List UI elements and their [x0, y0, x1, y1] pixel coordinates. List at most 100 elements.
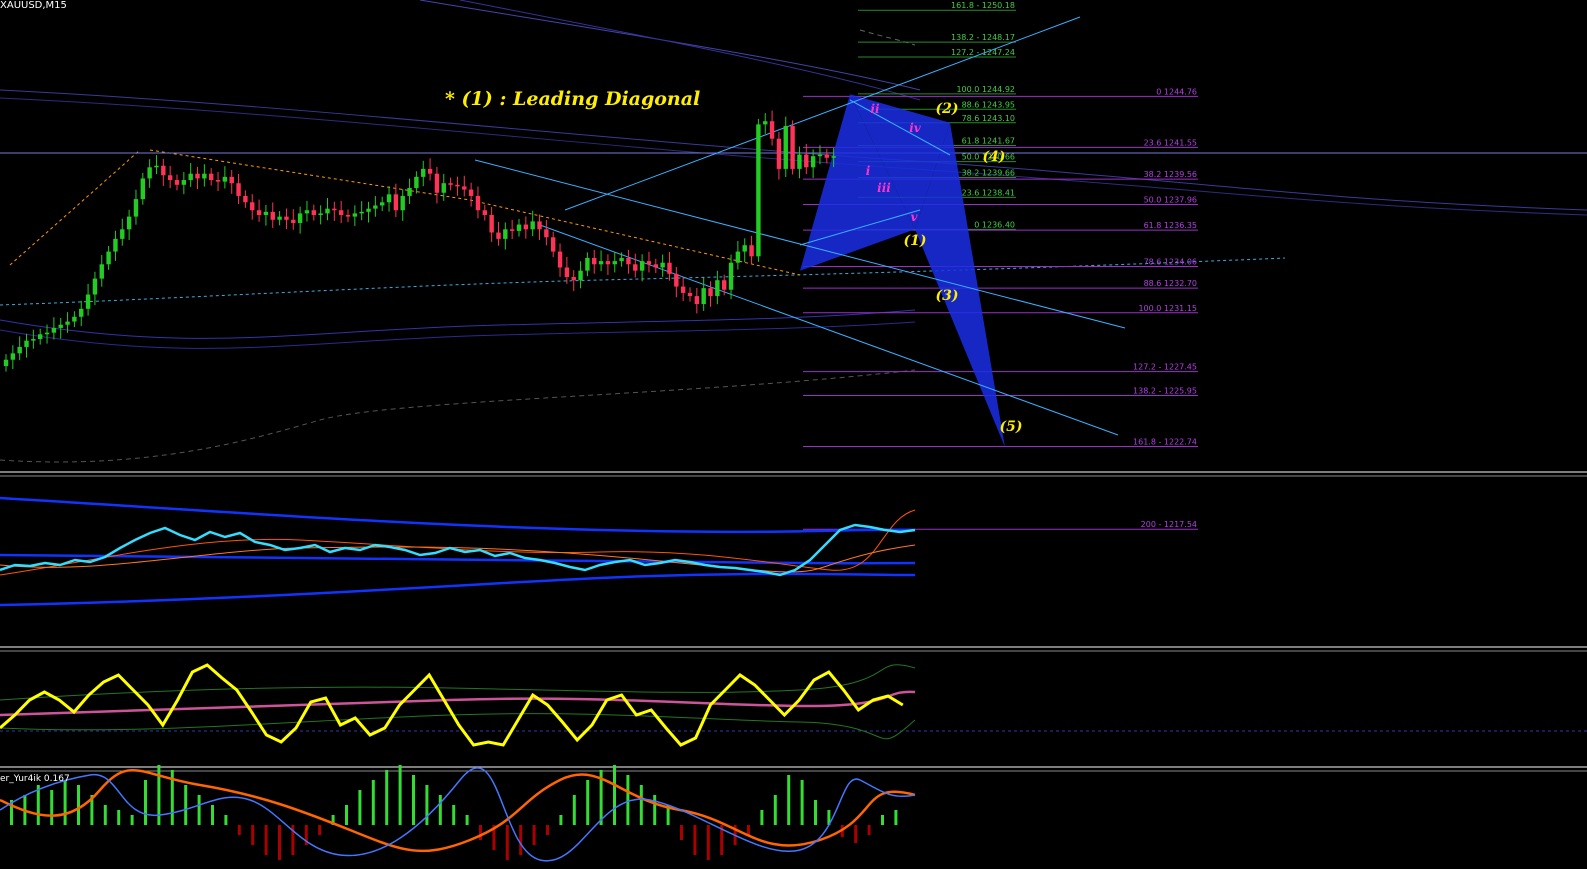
candle-body — [407, 187, 412, 196]
candle-body — [639, 261, 645, 271]
candle-body — [181, 180, 187, 185]
candle-body — [571, 277, 576, 281]
fib-level-label: 23.6 1241.55 — [1144, 138, 1197, 147]
channel-line — [474, 159, 1126, 329]
candle-body — [386, 194, 392, 203]
fib-level-label: 38.2 1239.56 — [1144, 170, 1197, 179]
histogram-bar — [706, 825, 710, 860]
wave-label-major: (1) — [904, 233, 927, 249]
candle-body — [626, 257, 631, 265]
moving-average-band — [419, 0, 921, 91]
candle-body — [24, 340, 29, 347]
candle-body — [359, 211, 364, 214]
candle-body — [154, 165, 159, 168]
histogram-bar — [264, 825, 268, 855]
candle-body — [79, 308, 84, 317]
histogram-bar — [63, 780, 67, 825]
fib-level-label: 138.2 - 1225.95 — [1133, 386, 1197, 395]
zigzag-line — [9, 149, 801, 276]
candle-body — [769, 121, 775, 139]
candle-body — [824, 154, 829, 158]
candle-body — [3, 359, 9, 367]
candle-body — [680, 286, 686, 293]
candle-body — [58, 324, 63, 328]
histogram-bar — [103, 805, 107, 825]
histogram-bar — [318, 825, 322, 835]
histogram-bar — [760, 810, 764, 825]
histogram-bar — [854, 825, 858, 843]
candle-body — [140, 178, 145, 200]
candle-body — [728, 262, 734, 290]
histogram-bar — [867, 825, 871, 835]
histogram-bar — [532, 825, 536, 845]
candle-body — [598, 261, 604, 265]
fib-level-label: 127.2 - 1227.45 — [1133, 363, 1197, 372]
fib-level-label: 100.0 1244.92 — [956, 85, 1015, 94]
histogram-bar — [251, 825, 255, 845]
candle-body — [475, 195, 481, 211]
histogram-bar — [184, 785, 188, 825]
candle-body — [222, 176, 228, 182]
candle-body — [817, 154, 823, 157]
candle-body — [263, 211, 269, 216]
wave-label-major: (5) — [1000, 419, 1023, 435]
candle-body — [592, 257, 597, 265]
candle-body — [195, 173, 200, 179]
wave-label-major: (2) — [936, 101, 959, 117]
candle-body — [468, 189, 474, 196]
candle-body — [270, 211, 275, 220]
candle-body — [674, 273, 679, 287]
fib-level-label: 138.2 - 1248.17 — [951, 33, 1015, 42]
candle-body — [715, 280, 720, 297]
histogram-bar — [800, 780, 804, 825]
candle-body — [174, 180, 180, 185]
histogram-bar — [787, 775, 791, 825]
candle-body — [503, 229, 508, 239]
candle-body — [161, 165, 166, 176]
histogram-bar — [278, 825, 281, 860]
candle-body — [414, 176, 419, 188]
wave-label-minor: v — [911, 210, 919, 224]
histogram-bar — [747, 825, 750, 835]
candle-body — [455, 184, 460, 187]
wave-label-minor: iv — [909, 121, 922, 135]
candle-body — [797, 154, 802, 169]
price-chart[interactable]: 161.8 - 1250.18 138.2 - 1248.17 127.2 - 12… — [0, 0, 1587, 869]
candle-body — [421, 168, 426, 177]
candle-body — [763, 121, 768, 125]
candle-body — [633, 264, 638, 271]
candle-body — [482, 210, 487, 216]
candle-body — [209, 173, 214, 181]
candle-body — [99, 264, 104, 279]
candle-body — [448, 183, 453, 185]
candle-body — [133, 199, 139, 217]
histogram-bar — [211, 805, 214, 825]
candle-body — [277, 216, 282, 220]
candle-body — [243, 195, 248, 203]
histogram-bar — [773, 795, 777, 825]
candle-body — [831, 156, 836, 158]
candle-body — [735, 251, 741, 263]
histogram-bar — [693, 825, 697, 855]
candle-body — [687, 292, 693, 297]
histogram-bar — [144, 780, 147, 825]
candle-body — [380, 202, 385, 206]
histogram-bar — [479, 825, 482, 840]
candle-body — [393, 194, 399, 211]
fib-level-label: 38.2 1239.66 — [962, 168, 1015, 177]
candle-body — [462, 186, 467, 190]
candle-body — [537, 221, 542, 230]
candle-body — [85, 294, 91, 309]
candle-body — [38, 334, 43, 340]
candle-body — [44, 332, 50, 335]
fib-level-label: 78.6 1243.10 — [962, 114, 1015, 123]
candle-body — [434, 173, 440, 193]
candle-body — [708, 288, 713, 297]
candle-body — [551, 237, 556, 252]
candle-body — [756, 124, 761, 257]
candle-body — [31, 339, 36, 341]
candle-body — [297, 213, 303, 223]
candle-body — [318, 213, 323, 216]
candle-body — [790, 125, 795, 169]
wave-label-major: (3) — [936, 288, 959, 304]
